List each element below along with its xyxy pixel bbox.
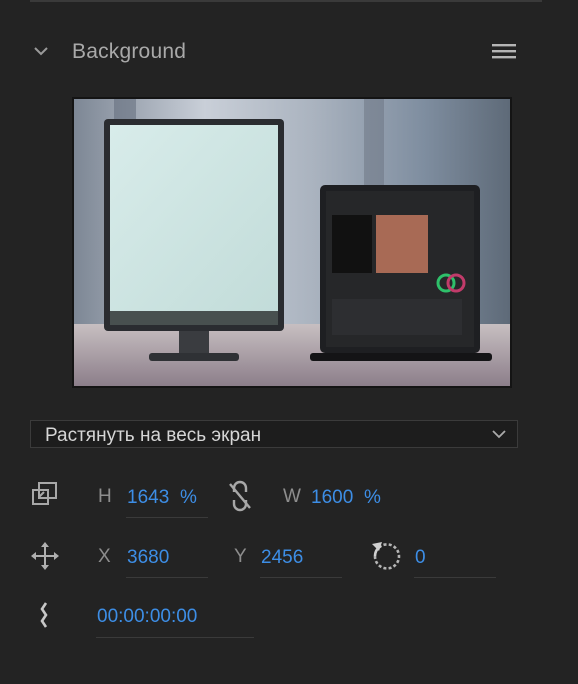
y-label: Y: [234, 546, 247, 567]
fit-mode-value: Растянуть на весь экран: [45, 425, 262, 446]
y-value[interactable]: 2456: [261, 547, 303, 569]
unlink-icon[interactable]: [226, 480, 254, 512]
timecode-underline: [96, 637, 254, 638]
rotate-icon: [372, 542, 401, 570]
top-divider: [30, 0, 542, 2]
y-underline: [260, 577, 342, 578]
x-label: X: [98, 546, 111, 567]
hamburger-menu-icon[interactable]: [490, 38, 520, 64]
height-label: H: [98, 486, 112, 507]
preview-illustration: [74, 99, 510, 386]
background-preview-image[interactable]: [72, 97, 512, 388]
panel-title: Background: [72, 40, 187, 63]
width-label: W: [283, 486, 301, 507]
height-value[interactable]: 1643: [127, 487, 169, 509]
rotation-value[interactable]: 0: [415, 547, 426, 569]
chevron-down-icon: [492, 430, 506, 439]
timecode-value[interactable]: 00:00:00:00: [97, 606, 197, 628]
chevron-down-icon[interactable]: [30, 40, 52, 62]
height-unit[interactable]: %: [180, 487, 197, 509]
x-value[interactable]: 3680: [127, 547, 169, 569]
width-value[interactable]: 1600: [311, 487, 353, 509]
height-underline: [126, 517, 208, 518]
move-icon: [31, 542, 59, 570]
keyframe-icon[interactable]: [36, 601, 52, 629]
scale-icon: [32, 482, 57, 505]
width-unit[interactable]: %: [364, 487, 381, 509]
rotation-underline: [414, 577, 496, 578]
panel-header: Background: [0, 30, 578, 76]
fit-mode-dropdown[interactable]: Растянуть на весь экран: [30, 420, 518, 448]
x-underline: [126, 577, 208, 578]
